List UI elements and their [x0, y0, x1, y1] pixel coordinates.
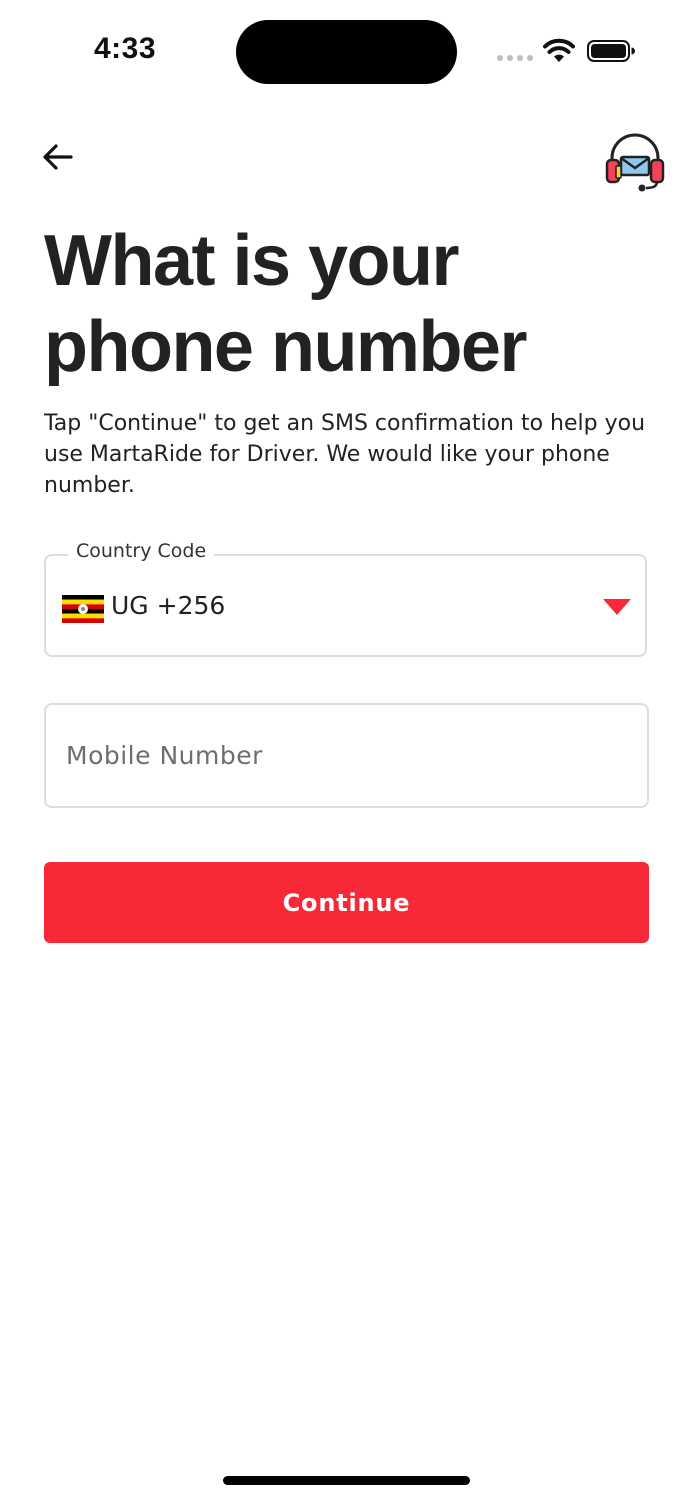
country-code-value: UG +256: [111, 591, 226, 620]
cellular-signal-icon: [497, 55, 533, 61]
country-code-label: Country Code: [68, 540, 215, 562]
battery-icon: [587, 40, 635, 62]
mobile-number-input[interactable]: [44, 703, 649, 808]
dynamic-island: [236, 20, 457, 84]
headset-support-icon[interactable]: [604, 130, 666, 192]
uganda-flag-icon: [62, 595, 104, 623]
arrow-left-icon[interactable]: [38, 138, 78, 178]
caret-down-icon[interactable]: [603, 599, 631, 615]
wifi-icon: [543, 38, 575, 62]
page-title: What is your phone number: [44, 221, 528, 387]
home-indicator[interactable]: [223, 1476, 470, 1485]
page-description: Tap "Continue" to get an SMS confirmatio…: [44, 411, 646, 498]
status-time: 4:33: [94, 32, 157, 65]
continue-button[interactable]: Continue: [44, 862, 649, 943]
